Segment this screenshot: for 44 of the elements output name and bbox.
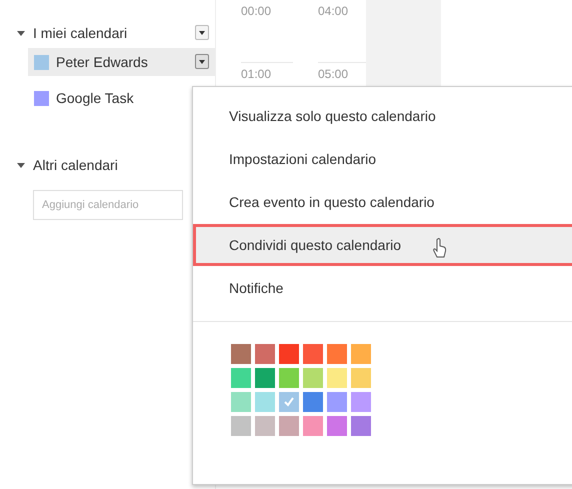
color-chip[interactable] — [279, 368, 299, 388]
color-chip[interactable] — [303, 392, 323, 412]
color-chip[interactable] — [231, 344, 251, 364]
color-chip[interactable] — [327, 392, 347, 412]
add-calendar-field[interactable]: Aggiungi calendario — [33, 190, 183, 220]
menu-item[interactable]: Crea evento in questo calendario — [193, 181, 572, 223]
time-label: 04:00 — [318, 4, 348, 18]
time-label: 05:00 — [318, 67, 348, 81]
color-chip[interactable] — [255, 344, 275, 364]
time-label: 01:00 — [241, 67, 272, 81]
menu-item[interactable]: Condividi questo calendario — [193, 224, 572, 266]
calendar-item[interactable]: Peter Edwards — [28, 48, 215, 76]
color-chip[interactable] — [303, 344, 323, 364]
color-chip[interactable] — [327, 344, 347, 364]
color-chip[interactable] — [351, 368, 371, 388]
collapse-triangle-icon[interactable] — [17, 29, 25, 37]
hand-cursor-icon — [433, 238, 447, 258]
color-chip[interactable] — [303, 368, 323, 388]
menu-item[interactable]: Impostazioni calendario — [193, 138, 572, 180]
color-chip[interactable] — [327, 416, 347, 436]
color-chip[interactable] — [231, 416, 251, 436]
color-chip[interactable] — [279, 392, 299, 412]
menu-item[interactable]: Notifiche — [193, 267, 572, 309]
color-chip[interactable] — [327, 368, 347, 388]
caret-icon — [199, 30, 205, 34]
color-chip[interactable] — [303, 416, 323, 436]
color-chip[interactable] — [279, 344, 299, 364]
color-chip[interactable] — [255, 416, 275, 436]
color-chip[interactable] — [255, 368, 275, 388]
color-chip[interactable] — [351, 416, 371, 436]
time-label: 00:00 — [241, 4, 272, 18]
check-icon — [283, 396, 295, 408]
color-chip[interactable] — [231, 368, 251, 388]
color-chip[interactable] — [279, 416, 299, 436]
section-title[interactable]: Altri calendari — [33, 157, 118, 173]
color-chip[interactable] — [351, 344, 371, 364]
dropdown-button[interactable] — [195, 25, 209, 40]
color-chip[interactable] — [255, 392, 275, 412]
section-title[interactable]: I miei calendari — [33, 25, 128, 41]
color-chip[interactable] — [231, 392, 251, 412]
color-chip[interactable] — [351, 392, 371, 412]
dropdown-button[interactable] — [195, 54, 209, 69]
collapse-triangle-icon[interactable] — [17, 161, 25, 169]
caret-icon — [199, 60, 205, 64]
